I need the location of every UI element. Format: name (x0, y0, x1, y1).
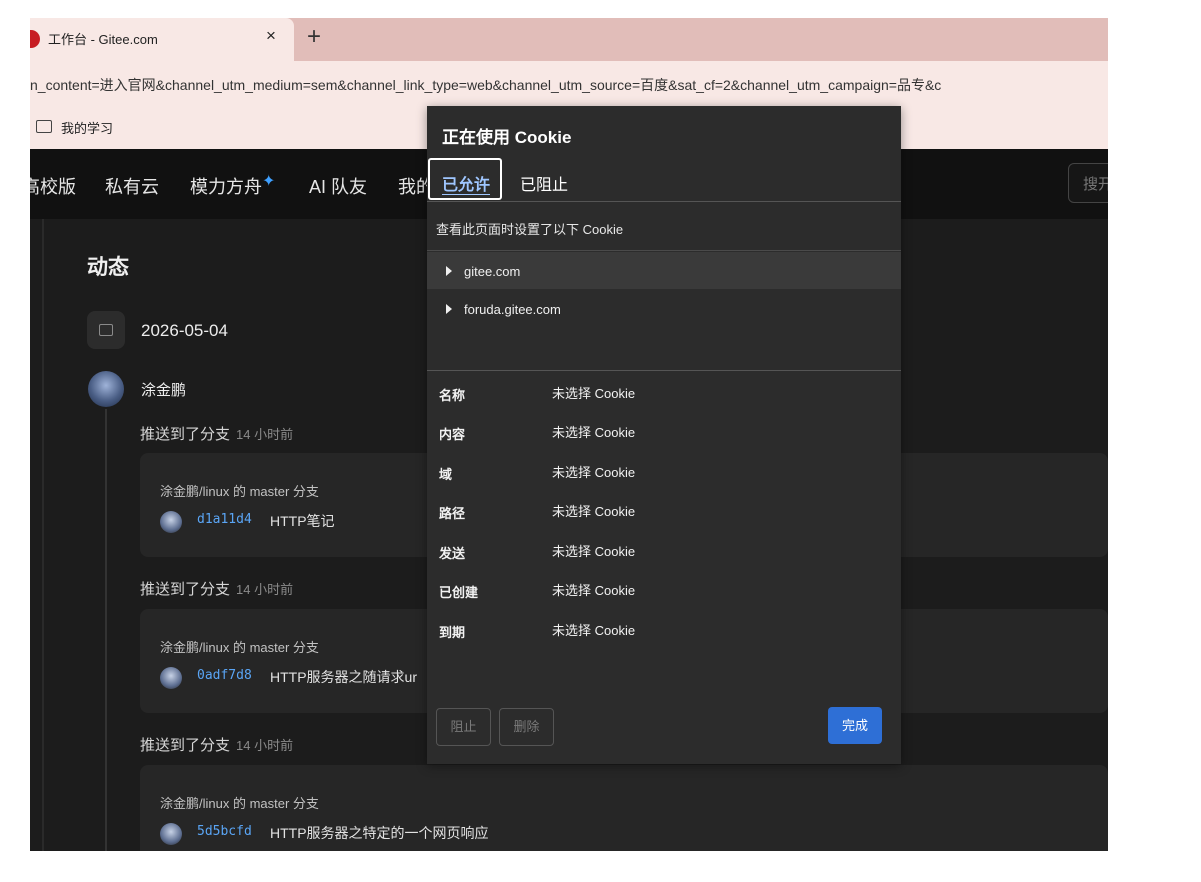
prop-content-value: 未选择 Cookie (552, 425, 636, 440)
timeline-line (105, 409, 107, 851)
push-action-label: 推送到了分支 (140, 737, 231, 754)
nav-item-moli-label: 模力方舟 (190, 177, 262, 197)
prop-domain-value: 未选择 Cookie (552, 465, 636, 480)
divider (427, 250, 901, 251)
dialog-title: 正在使用 Cookie (442, 128, 572, 147)
push-action: 推送到了分支 14 小时前 (140, 578, 293, 599)
bookmark-folder-label[interactable]: 我的学习 (61, 118, 113, 137)
prop-path-value: 未选择 Cookie (552, 504, 636, 519)
push-time: 14 小时前 (236, 427, 294, 442)
divider (427, 370, 901, 371)
prop-content-label: 内容 (439, 427, 466, 442)
nav-item-private-cloud[interactable]: 私有云 (105, 173, 159, 199)
commit-message: HTTP服务器之特定的一个网页响应 (270, 825, 489, 841)
tab-allowed-label[interactable]: 已允许 (442, 171, 490, 195)
cookie-site-gitee[interactable]: gitee.com (464, 264, 520, 279)
prop-expires-label: 到期 (439, 625, 466, 640)
tab-close-icon[interactable]: × (266, 26, 276, 46)
commit-hash-link[interactable]: d1a11d4 (197, 512, 252, 527)
feed-date: 2026-05-04 (141, 321, 228, 340)
page-title: 动态 (87, 256, 129, 279)
divider (427, 201, 901, 202)
branch-link[interactable]: 涂金鹏/linux 的 master 分支 (160, 793, 319, 812)
prop-domain-label: 域 (439, 467, 453, 482)
block-button[interactable]: 阻止 (436, 708, 491, 746)
prop-name-value: 未选择 Cookie (552, 386, 636, 401)
commit-message: HTTP笔记 (270, 513, 335, 529)
nav-item-ai-teammate[interactable]: AI 队友 (309, 173, 367, 199)
commit-hash-link[interactable]: 0adf7d8 (197, 668, 252, 683)
cookie-dialog: 正在使用 Cookie 已允许 已阻止 查看此页面时设置了以下 Cookie g… (427, 106, 901, 764)
delete-button[interactable]: 删除 (499, 708, 554, 746)
divider (42, 219, 44, 851)
url-text[interactable]: n_content=进入官网&channel_utm_medium=sem&ch… (30, 75, 1108, 95)
avatar[interactable] (88, 371, 124, 407)
prop-name-label: 名称 (439, 388, 466, 403)
avatar (160, 823, 182, 845)
push-action: 推送到了分支 14 小时前 (140, 734, 293, 755)
branch-link[interactable]: 涂金鹏/linux 的 master 分支 (160, 637, 319, 656)
push-time: 14 小时前 (236, 738, 294, 753)
prop-created-value: 未选择 Cookie (552, 583, 636, 598)
sparkle-icon: ✦ (262, 173, 276, 190)
commit-hash-link[interactable]: 5d5bcfd (197, 824, 252, 839)
folder-icon[interactable] (36, 120, 52, 133)
done-button[interactable]: 完成 (828, 707, 882, 744)
avatar (160, 667, 182, 689)
prop-created-label: 已创建 (439, 585, 479, 600)
avatar (160, 511, 182, 533)
prop-path-label: 路径 (439, 506, 466, 521)
expand-triangle-icon[interactable] (446, 266, 452, 276)
dialog-description: 查看此页面时设置了以下 Cookie (436, 222, 624, 237)
push-action-label: 推送到了分支 (140, 426, 231, 443)
prop-send-value: 未选择 Cookie (552, 544, 636, 559)
push-action-label: 推送到了分支 (140, 581, 231, 598)
commit-card: 涂金鹏/linux 的 master 分支 5d5bcfd HTTP服务器之特定… (140, 765, 1108, 851)
nav-item-moli[interactable]: 模力方舟✦ (190, 173, 275, 199)
nav-item-edu[interactable]: 高校版 (30, 173, 76, 199)
push-action: 推送到了分支 14 小时前 (140, 423, 293, 444)
calendar-icon (99, 324, 113, 336)
search-placeholder: 搜开 (1083, 176, 1108, 193)
new-tab-button[interactable]: + (307, 22, 321, 52)
cookie-site-foruda[interactable]: foruda.gitee.com (464, 302, 561, 317)
commit-message: HTTP服务器之随请求ur (270, 669, 417, 685)
expand-triangle-icon[interactable] (446, 304, 452, 314)
prop-expires-value: 未选择 Cookie (552, 623, 636, 638)
tab-blocked[interactable]: 已阻止 (520, 171, 568, 195)
prop-send-label: 发送 (439, 546, 466, 561)
user-name[interactable]: 涂金鹏 (141, 379, 186, 400)
push-time: 14 小时前 (236, 582, 294, 597)
tab-title: 工作台 - Gitee.com (48, 32, 158, 47)
search-input[interactable]: 搜开 (1068, 163, 1108, 203)
branch-link[interactable]: 涂金鹏/linux 的 master 分支 (160, 481, 319, 500)
